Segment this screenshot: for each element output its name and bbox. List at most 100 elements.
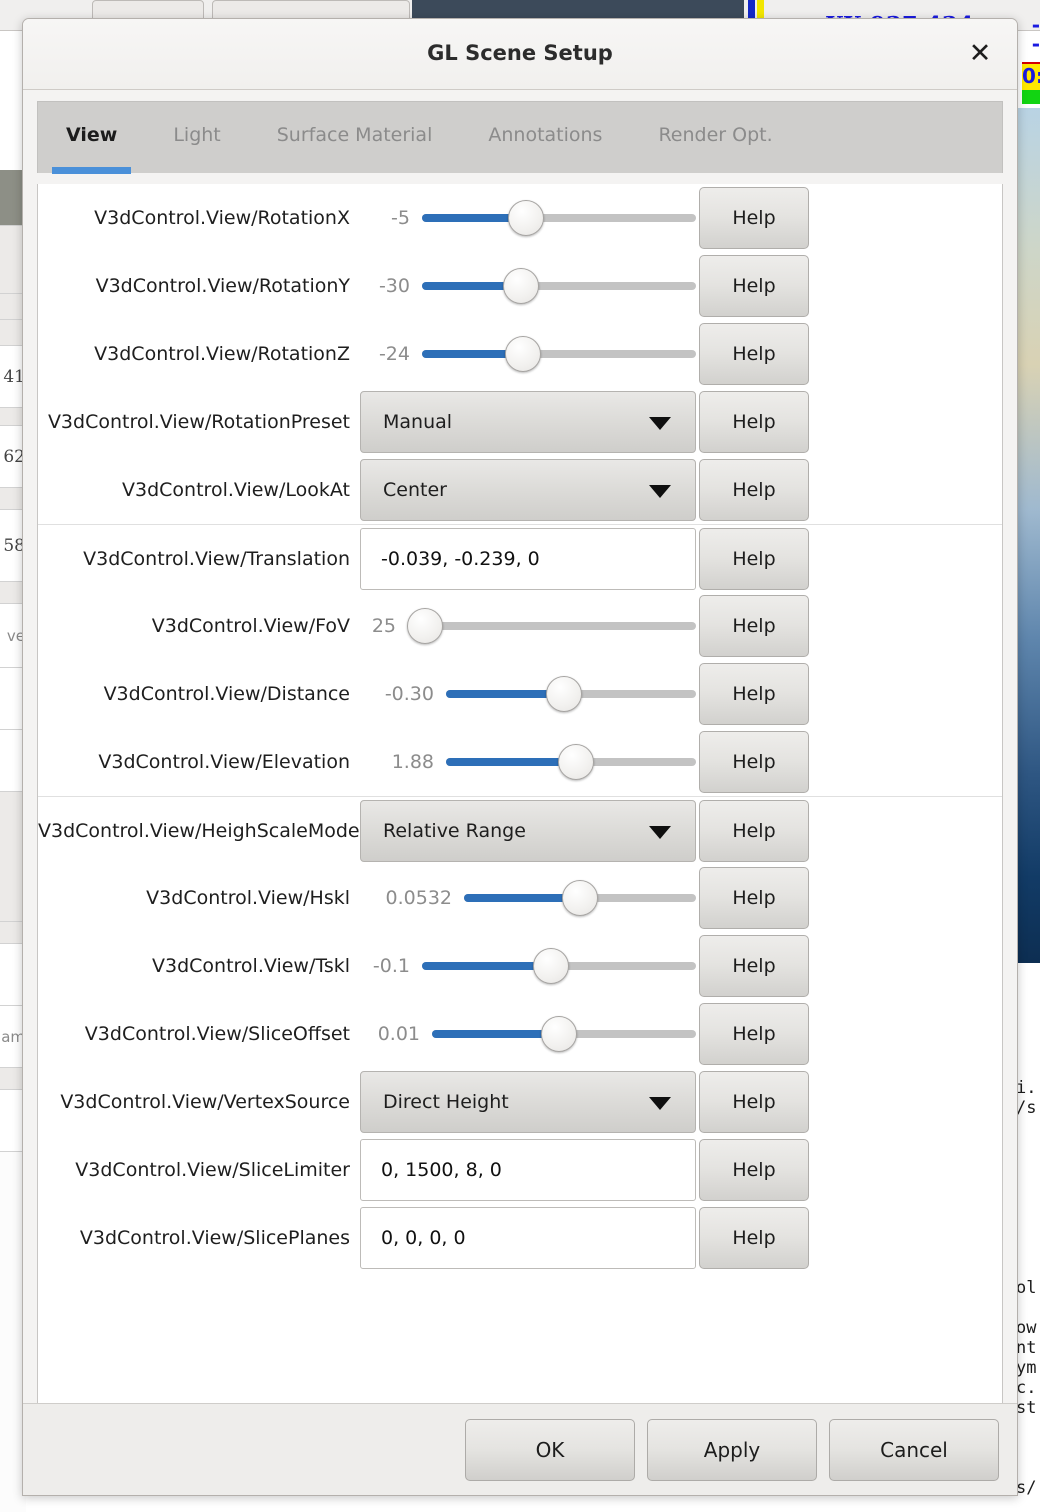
slider-handle[interactable] — [505, 336, 542, 372]
slider-control: 0.01 — [360, 1014, 696, 1054]
help-button[interactable]: Help — [699, 595, 809, 657]
background-console-text: i. /s — [1016, 1078, 1037, 1118]
slider-handle[interactable] — [545, 676, 582, 712]
slider-control: -24 — [360, 334, 696, 374]
close-icon[interactable]: ✕ — [963, 36, 997, 70]
slider-value: 0.0532 — [385, 887, 452, 909]
slider-control: 0.0532 — [360, 878, 696, 918]
setting-label: V3dControl.View/Tskl — [152, 955, 350, 977]
help-button[interactable]: Help — [699, 459, 809, 521]
help-button[interactable]: Help — [699, 1207, 809, 1269]
dropdown-select[interactable]: Center — [360, 459, 696, 521]
dropdown-select[interactable]: Direct Height — [360, 1071, 696, 1133]
slider-handle[interactable] — [562, 880, 598, 916]
slider-handle[interactable] — [508, 200, 545, 236]
tab-annotations[interactable]: Annotations — [460, 124, 630, 146]
chevron-down-icon — [649, 1097, 671, 1110]
slider-track[interactable] — [422, 266, 696, 306]
slider-handle[interactable] — [532, 948, 569, 984]
slider-track[interactable] — [432, 1014, 696, 1054]
chevron-down-icon — [649, 417, 671, 430]
setting-label: V3dControl.View/RotationZ — [94, 343, 350, 365]
slider-track[interactable] — [446, 742, 696, 782]
background-console-text: ow nt ym c. st — [1016, 1318, 1037, 1418]
tab-label: View — [66, 124, 118, 146]
setting-row: V3dControl.View/RotationY -30 Help — [38, 252, 1002, 320]
help-button[interactable]: Help — [699, 187, 809, 249]
help-button[interactable]: Help — [699, 255, 809, 317]
help-button[interactable]: Help — [699, 527, 809, 590]
slider-value: 0.01 — [377, 1023, 420, 1045]
tab-light[interactable]: Light — [145, 124, 248, 146]
slider-track[interactable] — [422, 198, 696, 238]
setting-row: V3dControl.View/VertexSource Direct Heigh… — [38, 1068, 1002, 1136]
setting-row: V3dControl.View/SlicePlanes 0, 0, 0, 0 Hel… — [38, 1204, 1002, 1272]
slider-fill — [432, 1030, 559, 1038]
text-input-value: -0.039, -0.239, 0 — [381, 547, 540, 570]
help-button[interactable]: Help — [699, 1071, 809, 1133]
tab-surface-material[interactable]: Surface Material — [249, 124, 461, 146]
tab-render-opt[interactable]: Render Opt. — [630, 124, 800, 146]
slider-value: -0.1 — [372, 955, 410, 977]
slider-track[interactable] — [422, 946, 696, 986]
slider-value: 25 — [371, 615, 396, 637]
help-button[interactable]: Help — [699, 799, 809, 862]
help-button[interactable]: Help — [699, 663, 809, 725]
tab-label: Render Opt. — [658, 124, 773, 146]
setting-label: V3dControl.View/SliceLimiter — [75, 1159, 350, 1181]
background-highlight-cell: 0: — [1022, 62, 1040, 92]
background-photo-thumbnail — [1016, 108, 1040, 963]
tab-view[interactable]: View — [38, 124, 145, 174]
setting-row: V3dControl.View/Distance -0.30 Help — [38, 660, 1002, 728]
slider-handle[interactable] — [502, 268, 539, 304]
dropdown-select[interactable]: Relative Range — [360, 799, 696, 862]
slider-handle[interactable] — [407, 608, 444, 644]
slider-value: -30 — [378, 275, 410, 297]
apply-button[interactable]: Apply — [647, 1418, 817, 1481]
text-input-value: 0, 1500, 8, 0 — [381, 1159, 502, 1181]
text-input[interactable]: 0, 1500, 8, 0 — [360, 1139, 696, 1201]
background-console-text: ol — [1016, 1278, 1037, 1298]
dropdown-select[interactable]: Manual — [360, 391, 696, 453]
slider-groove — [408, 622, 696, 630]
slider-track[interactable] — [446, 674, 696, 714]
slider-handle[interactable] — [558, 744, 594, 780]
slider-control: -5 — [360, 198, 696, 238]
gl-scene-setup-dialog: GL Scene Setup ✕ View Light Surface Materi… — [22, 18, 1018, 1496]
setting-label: V3dControl.View/HeighScaleMode — [38, 819, 360, 842]
tab-label: Annotations — [488, 124, 603, 146]
background-console-text: s/ — [1016, 1478, 1037, 1498]
setting-row: V3dControl.View/SliceLimiter 0, 1500, 8, … — [38, 1136, 1002, 1204]
text-input[interactable]: 0, 0, 0, 0 — [360, 1207, 696, 1269]
setting-label: V3dControl.View/Distance — [103, 683, 350, 705]
dropdown-value: Relative Range — [383, 819, 526, 842]
setting-label: V3dControl.View/RotationX — [94, 207, 350, 229]
setting-row: V3dControl.View/Translation -0.039, -0.23… — [38, 524, 1002, 592]
cancel-button[interactable]: Cancel — [829, 1418, 999, 1481]
help-button[interactable]: Help — [699, 1003, 809, 1065]
setting-row: V3dControl.View/RotationPreset Manual Help — [38, 388, 1002, 456]
setting-label: V3dControl.View/FoV — [151, 615, 350, 637]
setting-row: V3dControl.View/HeighScaleMode Relative R… — [38, 796, 1002, 864]
help-button[interactable]: Help — [699, 1139, 809, 1201]
ok-button[interactable]: OK — [465, 1418, 635, 1481]
setting-row: V3dControl.View/Hskl 0.0532 Help — [38, 864, 1002, 932]
slider-fill — [422, 962, 551, 970]
setting-row: V3dControl.View/RotationZ -24 Help — [38, 320, 1002, 388]
slider-value: 1.88 — [391, 751, 434, 773]
dropdown-value: Center — [383, 479, 447, 501]
slider-control: 1.88 — [360, 742, 696, 782]
setting-row: V3dControl.View/LookAt Center Help — [38, 456, 1002, 524]
slider-track[interactable] — [422, 334, 696, 374]
help-button[interactable]: Help — [699, 323, 809, 385]
help-button[interactable]: Help — [699, 731, 809, 793]
help-button[interactable]: Help — [699, 867, 809, 929]
slider-value: -0.30 — [384, 683, 434, 705]
slider-control: 25 — [360, 606, 696, 646]
text-input[interactable]: -0.039, -0.239, 0 — [360, 527, 696, 590]
slider-track[interactable] — [464, 878, 696, 918]
help-button[interactable]: Help — [699, 935, 809, 997]
slider-track[interactable] — [407, 606, 696, 646]
slider-handle[interactable] — [540, 1016, 577, 1052]
help-button[interactable]: Help — [699, 391, 809, 453]
